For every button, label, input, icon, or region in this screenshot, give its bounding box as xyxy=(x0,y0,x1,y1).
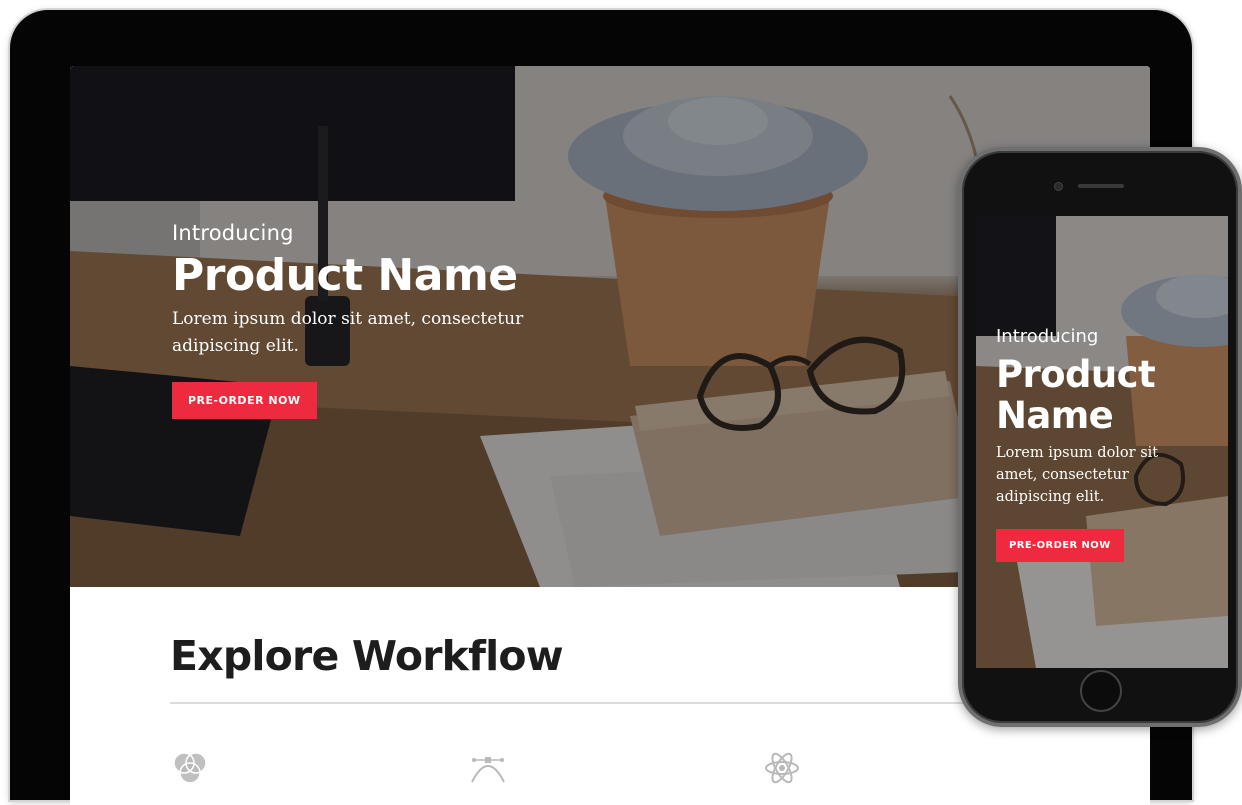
speaker-grille xyxy=(1078,184,1124,188)
section-divider xyxy=(170,702,1050,704)
phone-hero-title: Product Name xyxy=(996,353,1156,437)
camera-icon xyxy=(1054,182,1063,191)
hero-content: Introducing Product Name Lorem ipsum dol… xyxy=(172,218,592,419)
pre-order-button[interactable]: PRE-ORDER NOW xyxy=(172,382,317,419)
phone-pre-order-button[interactable]: PRE-ORDER NOW xyxy=(996,529,1124,562)
home-button[interactable] xyxy=(1080,670,1122,712)
venn-diagram-icon xyxy=(173,752,207,784)
explore-title: Explore Workflow xyxy=(170,632,564,680)
phone-hero-content: Introducing Product Name Lorem ipsum dol… xyxy=(996,324,1221,562)
bezier-curve-icon xyxy=(471,757,505,783)
hero-description: Lorem ipsum dolor sit amet, consectetur … xyxy=(172,309,524,356)
phone-hero-eyebrow: Introducing xyxy=(996,326,1099,347)
phone-screen: Introducing Product Name Lorem ipsum dol… xyxy=(976,216,1228,668)
phone-hero-description: Lorem ipsum dolor sit amet, consectetur … xyxy=(996,445,1159,505)
phone-device: Introducing Product Name Lorem ipsum dol… xyxy=(958,147,1242,727)
atom-icon xyxy=(765,752,799,784)
hero-eyebrow: Introducing xyxy=(172,221,294,245)
explore-section: Explore Workflow xyxy=(170,626,1050,784)
hero-title: Product Name xyxy=(172,250,518,301)
